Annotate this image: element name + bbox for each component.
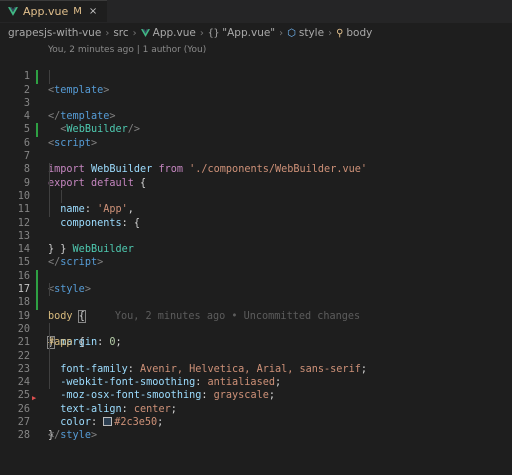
- code-line: 2 <WebBuilder/>: [0, 70, 512, 135]
- indent-guide: [49, 376, 50, 390]
- code-line: 26 ▶ }: [0, 389, 512, 441]
- code-line: 27 </style>: [0, 403, 512, 441]
- change-indicator: [36, 283, 38, 297]
- codelens-author[interactable]: You, 2 minutes ago | 1 author (You): [0, 43, 512, 57]
- indent-guide: [49, 349, 50, 363]
- breadcrumb-item-style[interactable]: ⬡ style: [287, 27, 324, 39]
- code-line: 3 </template>: [0, 84, 512, 122]
- indent-guide: [49, 70, 50, 84]
- indent-guide: [49, 336, 50, 350]
- code-line: 23 -moz-osx-font-smoothing: grayscale;: [0, 349, 512, 401]
- indent-guide: [49, 189, 50, 204]
- vue-icon: [8, 7, 18, 16]
- tab-label: App.vue: [23, 5, 69, 18]
- code-line: 8 export default {: [0, 150, 512, 188]
- code-line: 25 color: #2c3e50;: [0, 376, 512, 428]
- code-line: 6 import WebBuilder from './components/W…: [0, 123, 512, 175]
- breadcrumb-body-label: body: [346, 27, 373, 39]
- breadcrumb: grapesjs-with-vue › src › App.vue › {} "…: [0, 23, 512, 43]
- code-line: 5 <script>: [0, 110, 512, 148]
- editor-tab-bar: App.vue M ×: [0, 0, 512, 23]
- code-line: 16 <style>: [0, 256, 512, 295]
- indent-guide: [49, 163, 50, 177]
- code-line: 7: [0, 137, 512, 162]
- code-line: 15: [0, 243, 512, 268]
- breadcrumb-item-src[interactable]: src: [113, 27, 128, 39]
- token-punct: >: [90, 430, 98, 442]
- breadcrumb-item-module[interactable]: {} "App.vue": [208, 27, 275, 39]
- code-line: 20 #app {: [0, 310, 512, 348]
- code-line: 4: [0, 97, 512, 122]
- code-line: 1 <template>: [0, 57, 512, 95]
- code-line: 24 text-align: center;: [0, 362, 512, 415]
- indent-guide: [49, 322, 50, 337]
- indent-guide: [49, 203, 50, 217]
- chevron-right-icon: ›: [279, 27, 284, 39]
- code-line-current: 17 body {You, 2 minutes ago • Uncommitte…: [0, 269, 512, 323]
- breadcrumb-item-body[interactable]: ⚲ body: [336, 27, 372, 39]
- code-line: 11 WebBuilder: [0, 189, 512, 255]
- code-line: 14 </script>: [0, 230, 512, 268]
- code-line: 28: [0, 416, 512, 441]
- code-line: 21 font-family: Avenir, Helvetica, Arial…: [0, 322, 512, 375]
- change-indicator: [36, 269, 38, 284]
- vue-icon: [140, 29, 150, 37]
- line-number: 28: [17, 430, 30, 442]
- breadcrumb-module-label: "App.vue": [222, 27, 276, 39]
- braces-icon: {}: [207, 27, 220, 39]
- code-line: 13 }: [0, 217, 512, 255]
- breadcrumb-item-project[interactable]: grapesjs-with-vue: [8, 27, 101, 39]
- modified-badge: M: [73, 6, 82, 17]
- indent-guide: [61, 189, 62, 204]
- code-line: 18 margin: 0;: [0, 283, 512, 348]
- chevron-right-icon: ›: [132, 27, 137, 39]
- tab-app-vue[interactable]: App.vue M ×: [0, 0, 108, 22]
- chevron-right-icon: ›: [105, 27, 110, 39]
- code-editor[interactable]: 1 <template> 2 <WebBuilder/> 3 </templat…: [0, 57, 512, 441]
- indent-guide: [49, 176, 50, 190]
- breadcrumb-style-label: style: [298, 27, 325, 39]
- code-line: 12 }: [0, 203, 512, 255]
- breadcrumb-item-file[interactable]: App.vue: [140, 27, 196, 39]
- change-indicator: [36, 70, 38, 84]
- breadcrumb-file-label: App.vue: [152, 27, 196, 39]
- code-line: 19 }: [0, 296, 512, 350]
- indent-guide: [49, 283, 50, 297]
- close-icon[interactable]: ×: [89, 6, 97, 17]
- token-punct: </: [48, 430, 61, 442]
- change-indicator: [36, 296, 38, 310]
- chevron-right-icon: ›: [328, 27, 333, 39]
- indent-guide: [49, 362, 50, 377]
- token-tag: style: [60, 430, 91, 442]
- code-line: 22 -webkit-font-smoothing: antialiased;: [0, 336, 512, 388]
- change-indicator: [36, 123, 38, 137]
- code-line: 9 name: 'App',: [0, 163, 512, 215]
- tag-icon: ⚲: [336, 27, 344, 39]
- chevron-right-icon: ›: [199, 27, 204, 39]
- code-line: 10 components: {: [0, 176, 512, 229]
- cube-icon: ⬡: [287, 27, 296, 39]
